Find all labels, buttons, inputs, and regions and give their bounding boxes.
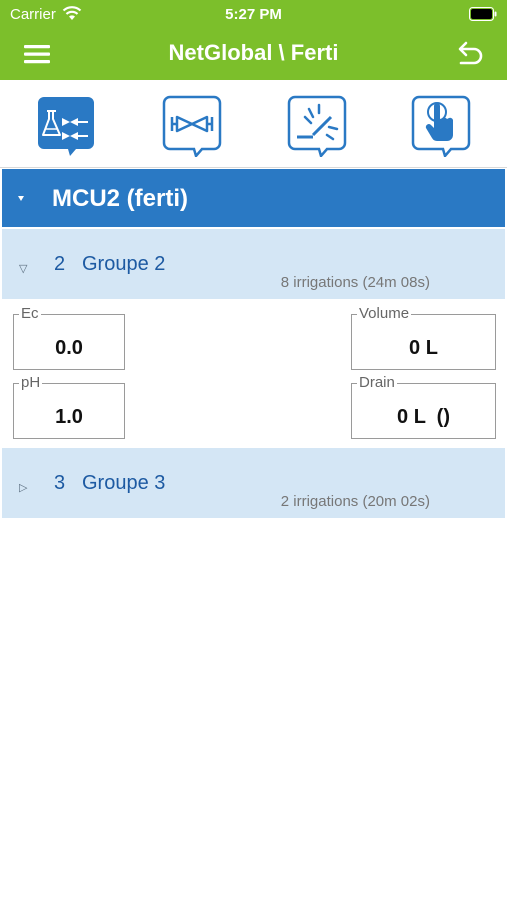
volume-value: 0 L: [409, 337, 438, 359]
group-name: Groupe 2: [82, 253, 166, 275]
fertilizer-mix-icon[interactable]: [36, 95, 96, 157]
ec-label: Ec: [19, 305, 41, 322]
mcu-header[interactable]: MCU2 (ferti): [2, 169, 505, 227]
ec-field: Ec 0.0: [13, 305, 125, 370]
group-details: Ec 0.0 Volume 0 L pH 1.0 Drain 0 L (): [2, 300, 505, 448]
volume-label: Volume: [357, 305, 412, 322]
group-name: Groupe 3: [82, 472, 166, 494]
ec-value: 0.0: [55, 337, 83, 359]
drain-value: 0 L (): [397, 406, 450, 428]
group-irrigation-info: 2 irrigations (20m 02s): [280, 493, 430, 510]
ph-label: pH: [19, 374, 43, 391]
ph-value: 1.0: [55, 406, 83, 428]
group-row-3[interactable]: ▷ 3 Groupe 3 2 irrigations (20m 02s): [2, 448, 505, 518]
group-row-2[interactable]: ▽ 2 Groupe 2 8 irrigations (24m 08s): [2, 229, 505, 299]
valve-icon[interactable]: [162, 95, 222, 157]
collapse-triangle-icon: [18, 196, 24, 201]
tool-bar: [0, 80, 507, 168]
status-bar: Carrier 5:27 PM: [0, 0, 507, 28]
group-number: 3: [54, 472, 66, 494]
drain-field: Drain 0 L (): [351, 374, 496, 439]
ph-field: pH 1.0: [13, 374, 125, 439]
nav-bar: NetGlobal \ Ferti: [0, 28, 507, 80]
collapsed-chevron-icon: ▷: [19, 482, 28, 494]
page-title: NetGlobal \ Ferti: [168, 40, 339, 65]
drain-label: Drain: [357, 374, 397, 391]
group-irrigation-info: 8 irrigations (24m 08s): [280, 274, 430, 291]
group-number: 2: [54, 253, 66, 275]
battery-icon: [469, 7, 497, 26]
mcu-label: MCU2 (ferti): [52, 185, 188, 212]
undo-back-icon[interactable]: [455, 40, 485, 68]
clock: 5:27 PM: [225, 6, 282, 23]
expanded-chevron-icon: ▽: [19, 263, 28, 275]
volume-field: Volume 0 L: [351, 305, 496, 370]
sprinkler-icon[interactable]: [287, 95, 347, 157]
touch-hand-icon[interactable]: [411, 95, 471, 157]
